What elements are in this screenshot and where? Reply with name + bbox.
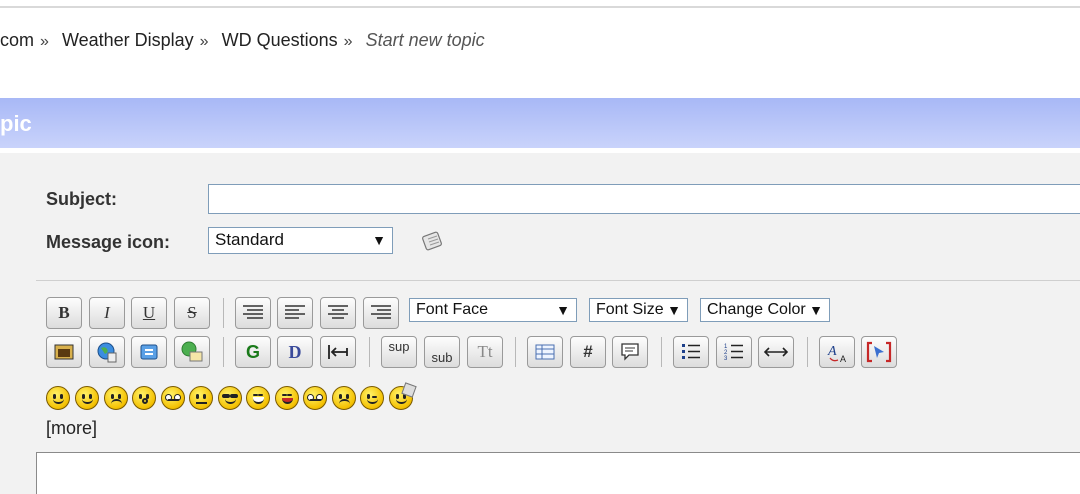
- preformatted-button[interactable]: [235, 297, 271, 329]
- insert-image-button[interactable]: [46, 336, 82, 368]
- smiley-icon[interactable]: [360, 386, 384, 410]
- smiley-icon[interactable]: [275, 386, 299, 410]
- breadcrumb-item-wd-questions[interactable]: WD Questions: [222, 30, 338, 50]
- smiley-icon[interactable]: [132, 386, 156, 410]
- superscript-button[interactable]: sup: [381, 336, 417, 368]
- toolbar-separator: [369, 337, 370, 367]
- form-divider: [36, 280, 1080, 281]
- breadcrumb-separator: »: [343, 33, 353, 50]
- top-divider: [0, 6, 1080, 8]
- message-icon-select[interactable]: Standard ▼: [208, 227, 393, 254]
- change-color-select-value: Change Color: [707, 301, 806, 318]
- align-right-icon: [371, 305, 391, 319]
- subscript-button[interactable]: sub: [424, 336, 460, 368]
- breadcrumb-item-weather-display[interactable]: Weather Display: [62, 30, 194, 50]
- email-globe-icon: [181, 341, 203, 362]
- image-icon: [54, 344, 74, 360]
- insert-table-button[interactable]: [527, 336, 563, 368]
- breadcrumb-item-home[interactable]: com: [0, 30, 34, 50]
- insert-email-button[interactable]: [174, 336, 210, 368]
- message-textarea[interactable]: [36, 452, 1080, 494]
- breadcrumb: com » Weather Display » WD Questions » Star…: [0, 30, 485, 51]
- smiley-icon[interactable]: [303, 386, 327, 410]
- smiley-icon[interactable]: [104, 386, 128, 410]
- font-face-select-value: Font Face: [416, 301, 489, 318]
- ftp-icon: [140, 344, 158, 360]
- toolbar-separator: [661, 337, 662, 367]
- change-color-select[interactable]: Change Color ▼: [700, 298, 830, 322]
- insert-code-button[interactable]: #: [570, 336, 606, 368]
- font-size-select[interactable]: Font Size ▼: [589, 298, 688, 322]
- toggle-view-icon: [866, 341, 892, 363]
- category-bar: pic: [0, 98, 1080, 148]
- message-icon-select-value: Standard: [215, 230, 284, 249]
- font-size-select-value: Font Size: [596, 301, 664, 318]
- strikethrough-button[interactable]: S: [174, 297, 210, 329]
- shadow-button[interactable]: D: [277, 336, 313, 368]
- remove-format-icon: AA: [827, 344, 846, 364]
- align-center-button[interactable]: [320, 297, 356, 329]
- smiley-icon[interactable]: [332, 386, 356, 410]
- svg-text:3: 3: [724, 356, 728, 362]
- numbered-list-icon: 123: [724, 344, 743, 362]
- breadcrumb-separator: »: [199, 33, 209, 50]
- toolbar-separator: [223, 337, 224, 367]
- dropdown-arrow-icon: ▼: [556, 302, 570, 318]
- smiley-icon[interactable]: [189, 386, 213, 410]
- globe-link-icon: [97, 342, 117, 363]
- teletype-button[interactable]: Tt: [467, 336, 503, 368]
- message-icon-preview: [422, 231, 442, 251]
- bold-button[interactable]: B: [46, 297, 82, 329]
- subject-input[interactable]: [208, 184, 1080, 214]
- remove-formatting-button[interactable]: AA: [819, 336, 855, 368]
- smiley-icon[interactable]: [218, 386, 242, 410]
- bullet-list-icon: [682, 344, 700, 359]
- svg-text:A: A: [840, 354, 846, 364]
- align-center-icon: [328, 305, 348, 319]
- insert-quote-button[interactable]: [612, 336, 648, 368]
- insert-link-button[interactable]: [89, 336, 125, 368]
- more-smileys-link[interactable]: [more]: [46, 418, 97, 439]
- svg-text:A: A: [827, 344, 837, 359]
- bullet-list-button[interactable]: [673, 336, 709, 368]
- font-face-select[interactable]: Font Face ▼: [409, 298, 577, 322]
- smiley-icon[interactable]: [246, 386, 270, 410]
- align-left-button[interactable]: [277, 297, 313, 329]
- smiley-icon[interactable]: [161, 386, 185, 410]
- dropdown-arrow-icon: ▼: [809, 302, 823, 318]
- dropdown-arrow-icon: ▼: [372, 232, 386, 248]
- toolbar-separator: [515, 337, 516, 367]
- dropdown-arrow-icon: ▼: [667, 302, 681, 318]
- marquee-icon: [328, 345, 348, 359]
- smiley-icon[interactable]: [75, 386, 99, 410]
- align-left-icon: [285, 305, 305, 319]
- page-title: pic: [0, 111, 32, 136]
- breadcrumb-current: Start new topic: [365, 30, 485, 50]
- move-button[interactable]: [320, 336, 356, 368]
- horizontal-rule-button[interactable]: [758, 336, 794, 368]
- italic-button[interactable]: I: [89, 297, 125, 329]
- quote-icon: [621, 343, 639, 361]
- glow-button[interactable]: G: [235, 336, 271, 368]
- horizontal-rule-icon: [763, 347, 789, 357]
- message-icon-label: Message icon:: [46, 232, 171, 252]
- toggle-view-button[interactable]: [861, 336, 897, 368]
- toolbar-separator: [223, 298, 224, 328]
- align-right-button[interactable]: [363, 297, 399, 329]
- preformatted-icon: [243, 305, 263, 319]
- toolbar-separator: [807, 337, 808, 367]
- insert-ftp-button[interactable]: [131, 336, 167, 368]
- breadcrumb-separator: »: [40, 33, 49, 50]
- smiley-icon[interactable]: [389, 382, 417, 410]
- smiley-icon[interactable]: [46, 386, 70, 410]
- subject-label: Subject:: [46, 189, 118, 209]
- underline-button[interactable]: U: [131, 297, 167, 329]
- table-icon: [535, 344, 555, 360]
- numbered-list-button[interactable]: 123: [716, 336, 752, 368]
